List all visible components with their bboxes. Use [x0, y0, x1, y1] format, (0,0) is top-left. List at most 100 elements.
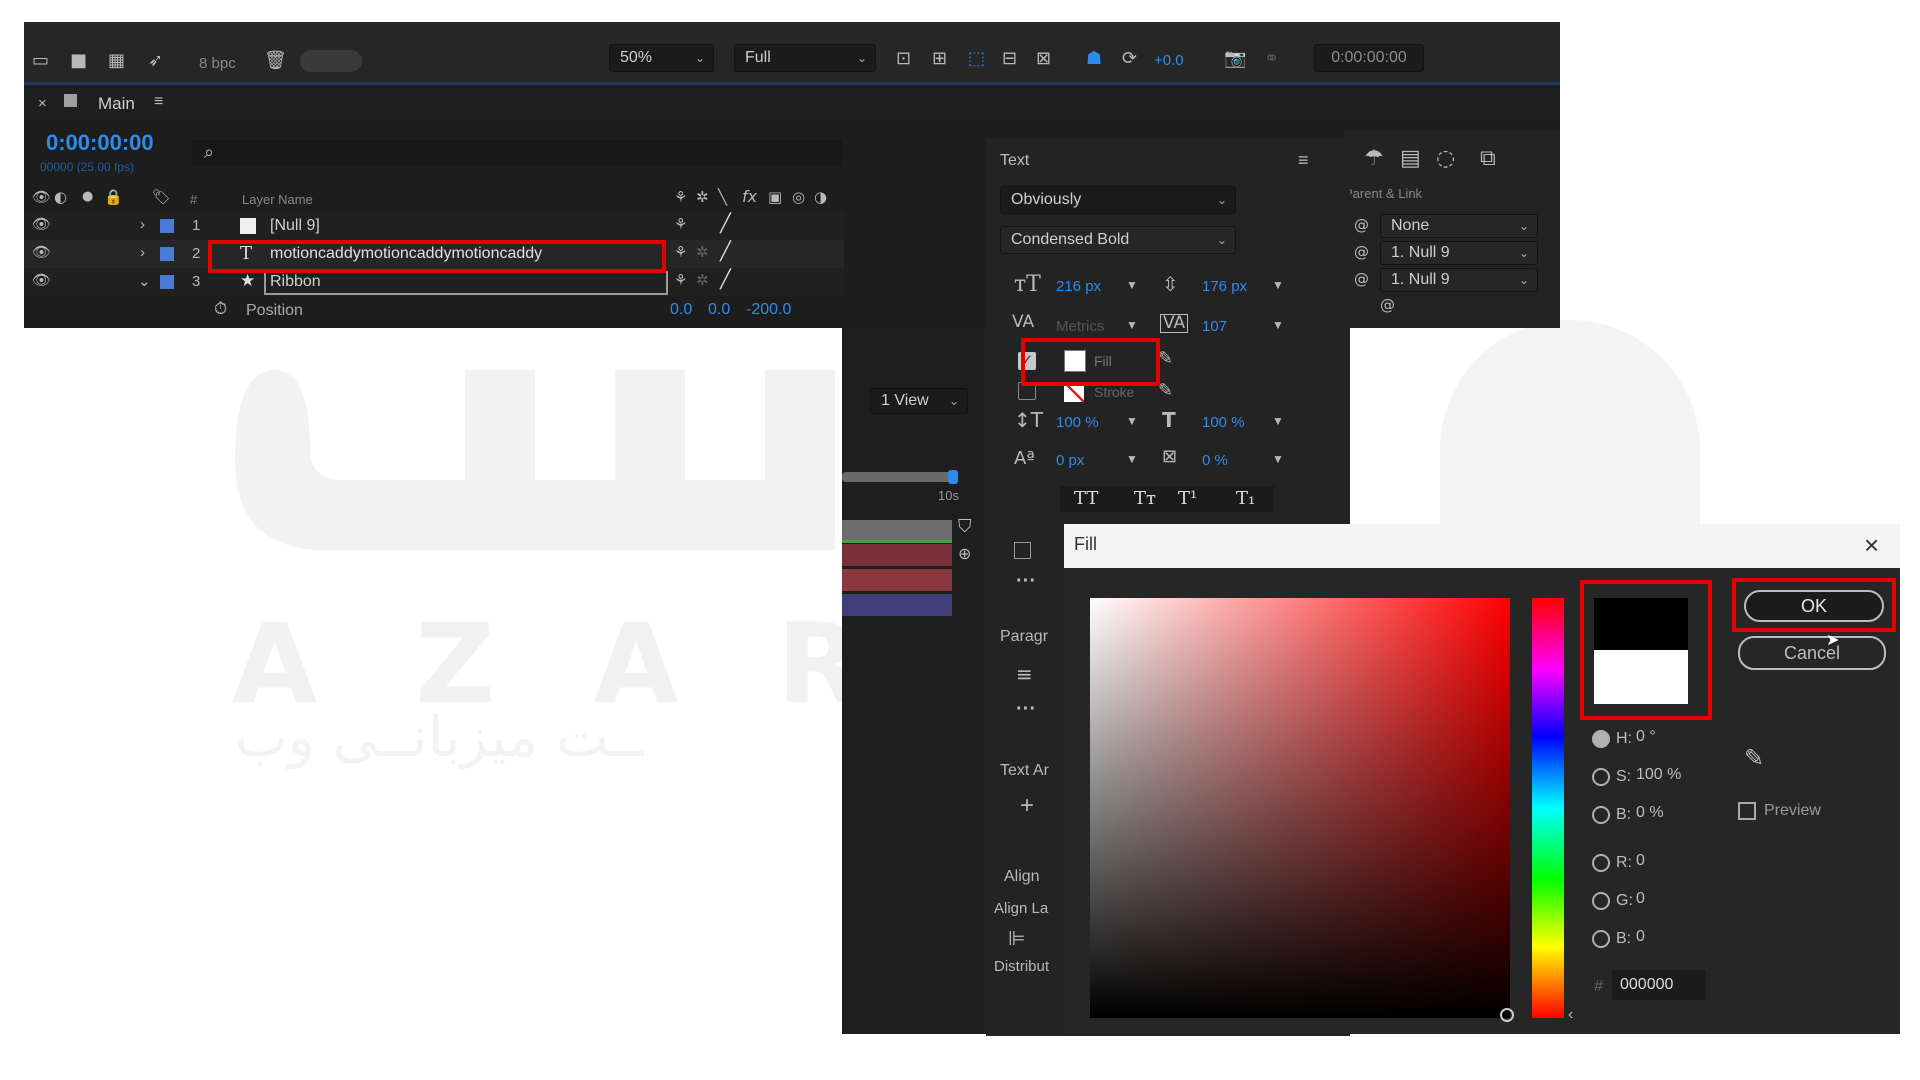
tsume-dropdown-icon[interactable]: ▼ — [1272, 452, 1284, 466]
mask-toggle-icon[interactable]: ⬚ — [968, 50, 985, 68]
motion-blur-toggle-icon[interactable]: ☂ — [1364, 148, 1384, 170]
track-layer-1[interactable] — [842, 544, 952, 566]
vertical-scale-value[interactable]: 100 % — [1056, 414, 1099, 431]
track-layer-3[interactable] — [842, 594, 952, 616]
blue-value[interactable]: 0 — [1636, 928, 1645, 946]
superscript-button[interactable]: T¹ — [1178, 488, 1197, 509]
font-style-dropdown[interactable]: Condensed Bold ⌄ — [1000, 226, 1236, 254]
pickwhip-icon[interactable]: @ — [1354, 245, 1369, 260]
column-layer-name[interactable]: Layer Name — [242, 192, 313, 207]
grid-icon[interactable]: ⊞ — [932, 50, 947, 68]
resolution-dropdown[interactable]: Full ⌄ — [734, 44, 876, 72]
comp-flow-icon[interactable]: ⧉ — [1480, 148, 1496, 170]
table-row[interactable]: 👁 › 1 [Null 9] ⚘ ╱ — [24, 212, 844, 240]
pickwhip-icon[interactable]: @ — [1354, 272, 1369, 287]
green-value[interactable]: 0 — [1636, 890, 1645, 908]
zoom-dropdown[interactable]: 50% ⌄ — [609, 44, 714, 72]
label-color-swatch[interactable] — [160, 247, 174, 261]
pickwhip-icon[interactable]: @ — [1380, 298, 1395, 313]
layer-search-input[interactable]: ⌕ — [192, 140, 842, 166]
collapse-switch-icon[interactable]: ✲ — [696, 245, 709, 260]
font-family-dropdown[interactable]: Obviously ⌄ — [1000, 186, 1236, 214]
saturation-radio[interactable] — [1592, 768, 1610, 786]
track-layer-2[interactable] — [842, 569, 952, 591]
shy-switch-icon[interactable]: ⚘ — [674, 273, 687, 288]
fx-icon[interactable]: fx — [742, 189, 757, 205]
more-paragraph-icon[interactable]: ··· — [1016, 698, 1036, 721]
vscale-dropdown-icon[interactable]: ▼ — [1126, 414, 1138, 428]
position-x[interactable]: 0.0 — [670, 301, 692, 319]
layer-name[interactable]: [Null 9] — [270, 217, 320, 235]
close-icon[interactable]: × — [38, 95, 47, 112]
current-time-marker-icon[interactable]: ⛉ — [958, 518, 972, 536]
snapshot-icon[interactable]: 📷 — [1224, 50, 1246, 68]
layer-name-field[interactable]: Ribbon — [264, 271, 668, 295]
render-icon[interactable]: ➶ — [148, 52, 163, 70]
preview-checkbox[interactable] — [1738, 802, 1756, 820]
leading-value[interactable]: 176 px — [1202, 278, 1247, 295]
position-z[interactable]: -200.0 — [746, 301, 791, 319]
expand-arrow-icon[interactable]: › — [140, 244, 145, 261]
current-timecode[interactable]: 0:00:00:00 — [46, 130, 154, 156]
exposure-value[interactable]: +0.0 — [1154, 52, 1184, 69]
dialog-close-icon[interactable]: × — [1864, 530, 1879, 561]
saturation-value[interactable]: 100 % — [1636, 766, 1681, 784]
nav-handle-icon[interactable] — [948, 470, 958, 484]
collapse-arrow-icon[interactable]: ⌄ — [138, 272, 151, 290]
position-y[interactable]: 0.0 — [708, 301, 730, 319]
more-options-icon[interactable]: ··· — [1016, 570, 1036, 593]
baseline-shift-value[interactable]: 0 px — [1056, 452, 1084, 469]
font-size-dropdown-icon[interactable]: ▼ — [1126, 278, 1138, 292]
bpc-label[interactable]: 8 bpc — [199, 55, 236, 72]
hue-value[interactable]: 0 ° — [1636, 728, 1656, 746]
hue-radio[interactable] — [1592, 730, 1610, 748]
fit-icon[interactable]: ⊡ — [896, 50, 911, 68]
shy-switch-icon[interactable]: ⚘ — [674, 245, 687, 260]
hscale-dropdown-icon[interactable]: ▼ — [1272, 414, 1284, 428]
comp-icon[interactable]: ▦ — [108, 52, 125, 70]
cancel-button[interactable]: Cancel — [1738, 636, 1886, 670]
align-left-edges-icon[interactable]: ⊫ — [1008, 928, 1025, 948]
comp-tab-title[interactable]: Main — [98, 94, 135, 114]
frame-blend-icon[interactable]: ▣ — [768, 190, 782, 205]
tab-menu-icon[interactable]: ≡ — [154, 93, 163, 111]
parent-dropdown[interactable]: 1. Null 9 ⌄ — [1380, 241, 1538, 265]
reset-exposure-icon[interactable]: ⟳ — [1122, 50, 1137, 68]
brightness-radio[interactable] — [1592, 806, 1610, 824]
tracking-value[interactable]: 107 — [1202, 318, 1227, 335]
color-field-cursor[interactable] — [1500, 1008, 1514, 1022]
show-snapshot-icon[interactable]: ⚭ — [1264, 50, 1279, 68]
dialog-eyedropper-icon[interactable]: ✎ — [1744, 746, 1764, 770]
tracking-dropdown-icon[interactable]: ▼ — [1272, 318, 1284, 332]
collapse-switch-icon[interactable]: ✲ — [696, 273, 709, 288]
red-value[interactable]: 0 — [1636, 852, 1645, 870]
label-color-swatch[interactable] — [160, 275, 174, 289]
tsume-value[interactable]: 0 % — [1202, 452, 1228, 469]
hue-pointer-icon[interactable]: ‹ — [1568, 1006, 1573, 1024]
stopwatch-icon[interactable]: ⏱ — [214, 301, 227, 318]
color-field[interactable] — [1090, 598, 1510, 1018]
ligature-checkbox[interactable] — [1014, 542, 1031, 559]
label-tag-icon[interactable]: 🏷 — [152, 190, 171, 205]
shy-icon[interactable]: ⚘ — [674, 190, 687, 205]
work-area-bar[interactable] — [842, 520, 952, 543]
visibility-icon[interactable]: 👁 — [32, 190, 51, 205]
hue-slider[interactable] — [1532, 598, 1564, 1018]
small-caps-button[interactable]: Tт — [1134, 488, 1156, 509]
trash-icon[interactable]: 🗑 — [264, 52, 287, 70]
eyedropper-icon[interactable]: ✎ — [1158, 350, 1173, 368]
eye-icon[interactable]: 👁 — [32, 273, 51, 288]
kerning-dropdown-icon[interactable]: ▼ — [1126, 318, 1138, 332]
folder-icon[interactable]: ■ — [70, 52, 87, 70]
audio-icon[interactable]: ◐ — [54, 190, 67, 205]
collapse-icon[interactable]: ✲ — [696, 190, 709, 205]
all-caps-button[interactable]: TT — [1074, 488, 1098, 509]
channel-icon[interactable]: ☗ — [1086, 50, 1102, 68]
subscript-button[interactable]: T₁ — [1236, 488, 1255, 509]
shy-switch-icon[interactable]: ⚘ — [674, 217, 687, 232]
eye-icon[interactable]: 👁 — [32, 217, 51, 232]
quality-switch-icon[interactable]: ╱ — [720, 215, 731, 233]
quality-switch-icon[interactable]: ╱ — [720, 271, 731, 289]
parent-dropdown[interactable]: None ⌄ — [1380, 214, 1538, 238]
lock-icon[interactable]: 🔒 — [104, 190, 123, 205]
